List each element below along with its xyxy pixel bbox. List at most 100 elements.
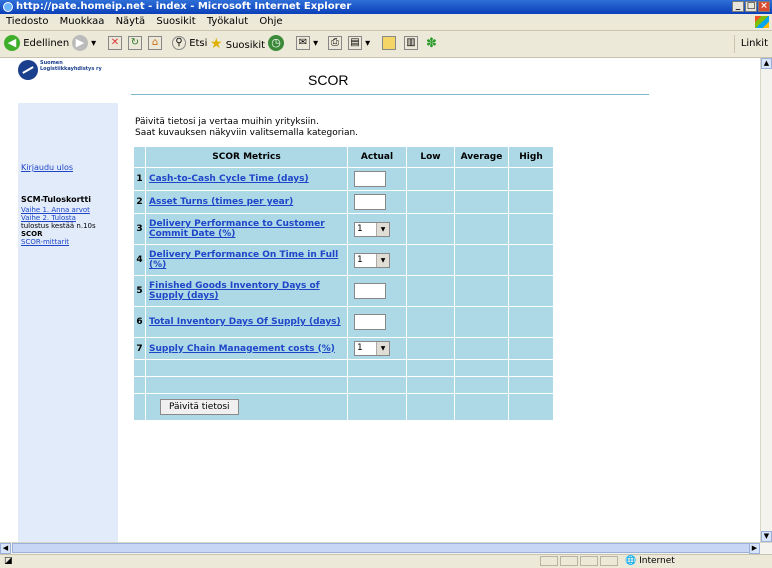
actual-input[interactable] [354, 314, 386, 330]
actual-input[interactable] [354, 283, 386, 299]
table-row: 6 Total Inventory Days Of Supply (days) [134, 307, 553, 337]
metric-link[interactable]: Supply Chain Management costs (%) [149, 344, 335, 354]
star-icon: ★ [210, 36, 223, 52]
mail-icon: ✉ [296, 36, 310, 50]
folder-button[interactable] [382, 35, 396, 53]
horizontal-scrollbar[interactable]: ◀ ▶ [0, 542, 772, 554]
print-icon: ⎙ [328, 36, 342, 50]
metric-link[interactable]: Total Inventory Days Of Supply (days) [149, 317, 341, 327]
header-metrics: SCOR Metrics [146, 147, 347, 167]
actual-input[interactable] [354, 171, 386, 187]
divider [131, 94, 649, 95]
window-title: http://pate.homeip.net - index - Microso… [16, 1, 352, 12]
table-row-empty [134, 377, 553, 393]
sidebar-item-step2[interactable]: Vaihe 2. Tulosta [21, 214, 76, 222]
menu-edit[interactable]: Muokkaa [56, 14, 109, 30]
scroll-thumb[interactable] [12, 543, 752, 553]
scroll-right-icon[interactable]: ▶ [749, 543, 760, 554]
actual-input[interactable] [354, 194, 386, 210]
table-row: 2 Asset Turns (times per year) [134, 191, 553, 213]
vertical-scrollbar[interactable]: ▲ ▼ [760, 58, 772, 542]
close-button[interactable]: × [758, 1, 770, 12]
mail-button[interactable]: ✉ ▾ [296, 35, 318, 53]
header-high: High [509, 147, 553, 167]
windows-logo-icon [755, 16, 769, 28]
actual-select[interactable]: 1 ▼ [354, 341, 390, 356]
metric-link[interactable]: Delivery Performance On Time in Full (%) [149, 250, 338, 270]
edit-button[interactable]: ▤ ▾ [348, 35, 370, 53]
back-label: Edellinen [23, 38, 70, 49]
scroll-down-icon[interactable]: ▼ [761, 531, 772, 542]
table-row-button: Päivitä tietosi [134, 394, 553, 420]
favorites-label: Suosikit [225, 40, 266, 51]
menu-help[interactable]: Ohje [255, 14, 286, 30]
header-actual: Actual [348, 147, 406, 167]
refresh-button[interactable]: ↻ [128, 35, 142, 53]
table-row: 1 Cash-to-Cash Cycle Time (days) [134, 168, 553, 190]
logo: Suomen Logistiikkayhdistys ry [0, 58, 120, 95]
print-button[interactable]: ⎙ [328, 35, 342, 53]
menu-view[interactable]: Näytä [112, 14, 150, 30]
forward-arrow-icon: ▶ [72, 35, 88, 51]
chevron-down-icon: ▼ [376, 222, 389, 236]
title-bar: http://pate.homeip.net - index - Microso… [0, 0, 772, 14]
maximize-button[interactable]: □ [745, 1, 757, 12]
chevron-down-icon: ▼ [376, 253, 389, 267]
chevron-down-icon: ▼ [376, 342, 389, 355]
stop-button[interactable]: ✕ [108, 35, 122, 53]
actual-select[interactable]: 1 ▼ [354, 252, 390, 268]
back-arrow-icon: ◀ [4, 35, 20, 51]
sidebar-section-title: SCM-Tuloskortti [21, 195, 91, 204]
scroll-left-icon[interactable]: ◀ [0, 543, 11, 554]
table-row: 3 Delivery Performance to Customer Commi… [134, 214, 553, 244]
messenger-icon: ✽ [426, 36, 437, 51]
scor-metrics-table: SCOR Metrics Actual Low Average High 1 C… [133, 146, 554, 421]
metric-link[interactable]: Cash-to-Cash Cycle Time (days) [149, 174, 309, 184]
sidebar-item-step1[interactable]: Vaihe 1. Anna arvot [21, 206, 90, 214]
metric-link[interactable]: Delivery Performance to Customer Commit … [149, 219, 325, 239]
table-header-row: SCOR Metrics Actual Low Average High [134, 147, 553, 167]
history-button[interactable]: ◷ [268, 35, 284, 53]
security-zone: 🌐 Internet [625, 556, 675, 566]
home-icon: ⌂ [148, 36, 162, 50]
forward-button[interactable]: ▶ ▾ [72, 35, 96, 53]
menu-favorites[interactable]: Suosikit [152, 14, 199, 30]
back-button[interactable]: ◀ Edellinen ▾ [4, 35, 77, 53]
scroll-up-icon[interactable]: ▲ [761, 58, 772, 69]
update-button[interactable]: Päivitä tietosi [160, 399, 239, 415]
search-button[interactable]: ⚲ Etsi [172, 35, 207, 53]
sidebar-note: tulostus kestää n.10s [21, 222, 96, 230]
logout-link[interactable]: Kirjaudu ulos [21, 163, 73, 172]
intro-line-1: Päivitä tietosi ja vertaa muihin yrityks… [135, 117, 319, 127]
metric-link[interactable]: Finished Goods Inventory Days of Supply … [149, 281, 320, 301]
menu-tools[interactable]: Työkalut [203, 14, 252, 30]
minimize-button[interactable]: _ [732, 1, 744, 12]
ie-icon [3, 2, 13, 12]
search-label: Etsi [189, 38, 208, 49]
menu-bar: Tiedosto Muokkaa Näytä Suosikit Työkalut… [0, 14, 772, 31]
page-icon: ◪ [4, 556, 13, 566]
favorites-button[interactable]: ★ Suosikit [210, 35, 265, 53]
logo-emblem [18, 60, 38, 80]
search-icon: ⚲ [172, 36, 186, 50]
messenger-button[interactable]: ✽ [426, 35, 437, 53]
sidebar-item-scor-metrics[interactable]: SCOR-mittarit [21, 238, 69, 246]
metric-link[interactable]: Asset Turns (times per year) [149, 197, 293, 207]
actual-select[interactable]: 1 ▼ [354, 221, 390, 237]
research-button[interactable]: ▥ [404, 35, 418, 53]
home-button[interactable]: ⌂ [148, 35, 162, 53]
table-row-empty [134, 360, 553, 376]
intro-text: Päivitä tietosi ja vertaa muihin yrityks… [135, 117, 358, 139]
menu-file[interactable]: Tiedosto [2, 14, 52, 30]
intro-line-2: Saat kuvauksen näkyviin valitsemalla kat… [135, 128, 359, 138]
logo-text: Suomen Logistiikkayhdistys ry [40, 60, 102, 72]
links-bar[interactable]: Linkit [733, 35, 768, 53]
header-average: Average [455, 147, 508, 167]
page-title: SCOR [308, 72, 349, 88]
folder-icon [382, 36, 396, 50]
toolbar: ◀ Edellinen ▾ ▶ ▾ ✕ ↻ ⌂ ⚲ Etsi ★ Suosiki… [0, 31, 772, 58]
table-row: 5 Finished Goods Inventory Days of Suppl… [134, 276, 553, 306]
table-row: 7 Supply Chain Management costs (%) 1 ▼ [134, 338, 553, 359]
header-low: Low [407, 147, 454, 167]
history-icon: ◷ [268, 35, 284, 51]
